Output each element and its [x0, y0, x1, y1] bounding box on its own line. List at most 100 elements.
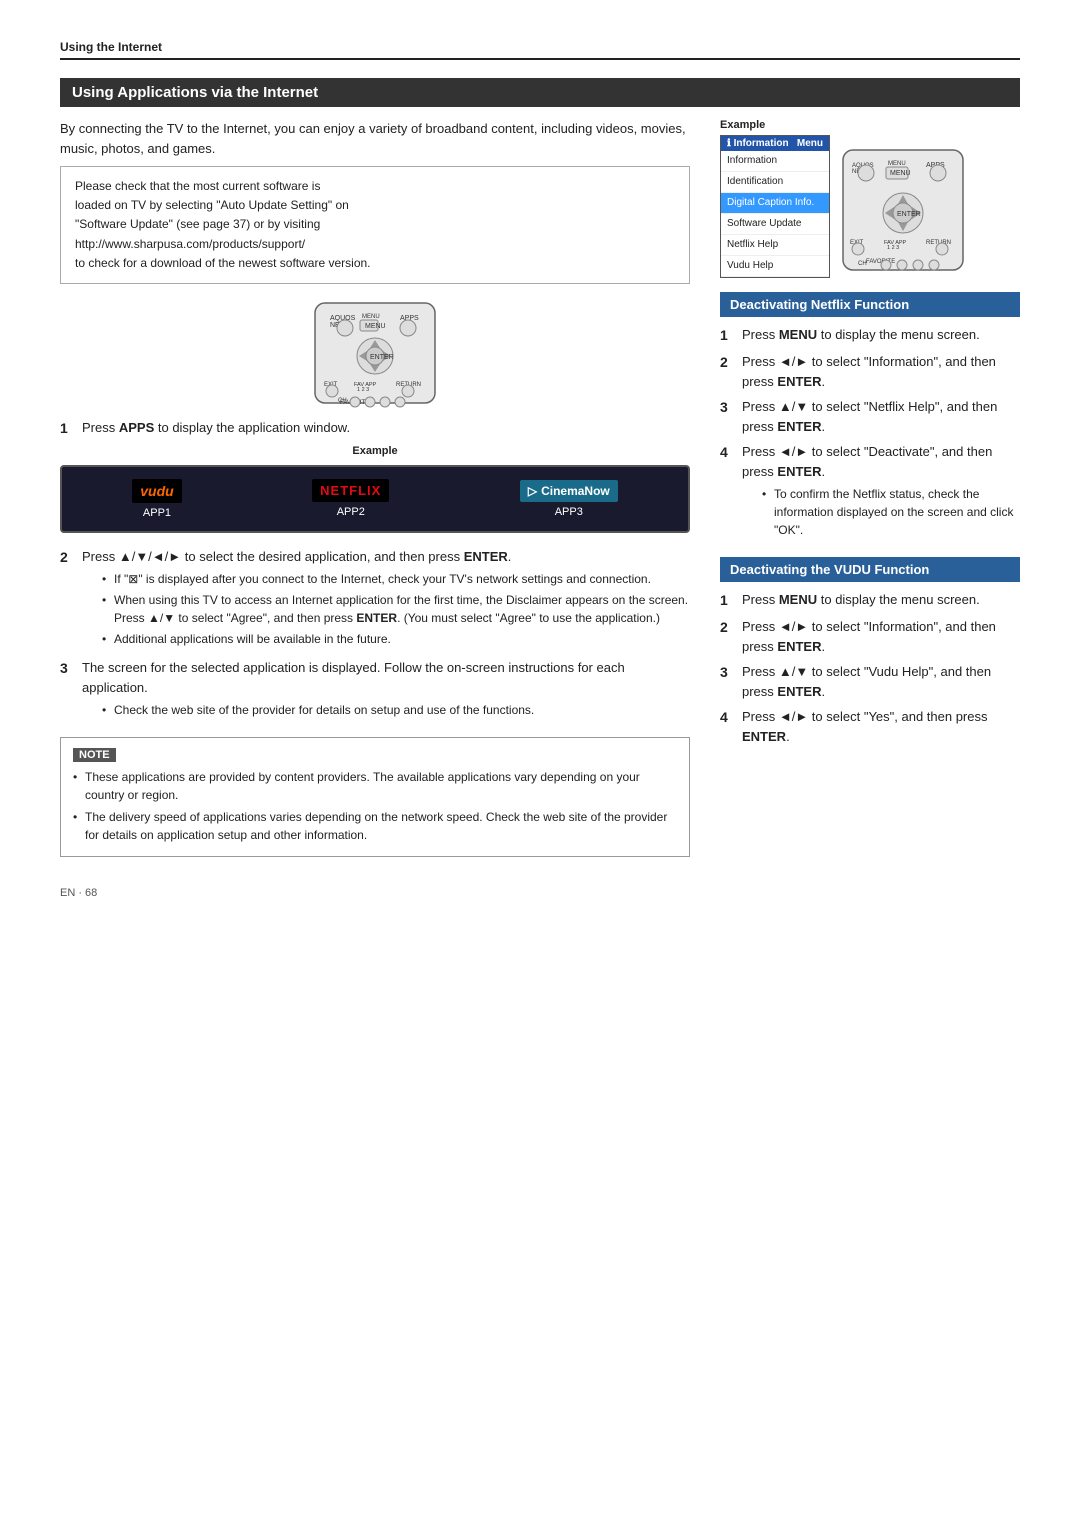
- app-icon-cinemanow: ▷CinemaNow APP3: [520, 480, 618, 518]
- step-2-bullets: If "⊠" is displayed after you connect to…: [102, 570, 690, 648]
- step-2-bullet-3: Additional applications will be availabl…: [102, 630, 690, 648]
- page-footer: EN · 68: [60, 887, 1020, 899]
- section-title: Using Applications via the Internet: [60, 78, 1020, 107]
- netflix-step-3-num: 3: [720, 397, 734, 436]
- vudu-step-1-text: Press MENU to display the menu screen.: [742, 590, 1020, 611]
- note-label: NOTE: [73, 748, 116, 762]
- step-3-text: The screen for the selected application …: [82, 658, 690, 723]
- vudu-step-4-num: 4: [720, 707, 734, 746]
- svg-text:MENU: MENU: [362, 314, 380, 320]
- netflix-step-2: 2 Press ◄/► to select "Information", and…: [720, 352, 1020, 391]
- vudu-step-2-num: 2: [720, 617, 734, 656]
- netflix-step-3: 3 Press ▲/▼ to select "Netflix Help", an…: [720, 397, 1020, 436]
- vudu-step-3: 3 Press ▲/▼ to select "Vudu Help", and t…: [720, 662, 1020, 701]
- deactivate-vudu-title: Deactivating the VUDU Function: [720, 557, 1020, 582]
- vudu-step-2: 2 Press ◄/► to select "Information", and…: [720, 617, 1020, 656]
- menu-item-vudu-help: Vudu Help: [721, 256, 829, 277]
- step-2-num: 2: [60, 547, 74, 653]
- step-3-bullets: Check the web site of the provider for d…: [102, 701, 690, 719]
- app-example-label: Example: [60, 445, 690, 457]
- svg-text:1 2 3: 1 2 3: [887, 245, 899, 251]
- vudu-step-1: 1 Press MENU to display the menu screen.: [720, 590, 1020, 611]
- vudu-step-3-num: 3: [720, 662, 734, 701]
- netflix-step-1-text: Press MENU to display the menu screen.: [742, 325, 1020, 346]
- menu-example: Example ℹ Information Menu Information I…: [720, 119, 1020, 278]
- menu-panel-header: ℹ Information Menu: [721, 136, 829, 151]
- step-1-text: Press APPS to display the application wi…: [82, 418, 690, 439]
- svg-text:CH: CH: [338, 398, 347, 404]
- step-3-num: 3: [60, 658, 74, 723]
- step-2-bullet-1: If "⊠" is displayed after you connect to…: [102, 570, 690, 588]
- netflix-step-1-num: 1: [720, 325, 734, 346]
- cinemanow-logo: ▷CinemaNow: [520, 480, 618, 502]
- header-title: Using the Internet: [60, 40, 162, 54]
- svg-text:1 2 3: 1 2 3: [357, 387, 369, 393]
- app-icon-vudu: vudu APP1: [132, 479, 181, 519]
- left-column: By connecting the TV to the Internet, yo…: [60, 119, 690, 857]
- note-item-1: These applications are provided by conte…: [73, 768, 677, 804]
- menu-panel: ℹ Information Menu Information Identific…: [720, 135, 830, 278]
- menu-header-right: Menu: [797, 138, 823, 149]
- netflix-step-3-text: Press ▲/▼ to select "Netflix Help", and …: [742, 397, 1020, 436]
- step-2-text: Press ▲/▼/◄/► to select the desired appl…: [82, 547, 690, 653]
- deactivate-netflix-title: Deactivating Netflix Function: [720, 292, 1020, 317]
- remote-svg-right: AQUOS NET MENU MENU APPS: [838, 145, 968, 275]
- netflix-steps: 1 Press MENU to display the menu screen.…: [720, 325, 1020, 543]
- step-2-bullet-2: When using this TV to access an Internet…: [102, 591, 690, 627]
- menu-item-software-update: Software Update: [721, 214, 829, 235]
- netflix-step-2-text: Press ◄/► to select "Information", and t…: [742, 352, 1020, 391]
- app3-label: APP3: [555, 506, 583, 518]
- step-3: 3 The screen for the selected applicatio…: [60, 658, 690, 723]
- svg-text:ENTER: ENTER: [370, 354, 394, 361]
- vudu-steps: 1 Press MENU to display the menu screen.…: [720, 590, 1020, 746]
- app-window: vudu APP1 NETFLIX APP2 ▷CinemaNow APP3: [60, 465, 690, 533]
- info-box-line1: Please check that the most current softw…: [75, 179, 371, 270]
- app2-label: APP2: [337, 506, 365, 518]
- vudu-step-4: 4 Press ◄/► to select "Yes", and then pr…: [720, 707, 1020, 746]
- svg-text:CH: CH: [858, 261, 867, 267]
- menu-item-netflix-help: Netflix Help: [721, 235, 829, 256]
- step-1: 1 Press APPS to display the application …: [60, 418, 690, 439]
- netflix-step-1: 1 Press MENU to display the menu screen.: [720, 325, 1020, 346]
- app-icon-netflix: NETFLIX APP2: [312, 479, 389, 518]
- vudu-step-3-text: Press ▲/▼ to select "Vudu Help", and the…: [742, 662, 1020, 701]
- info-box: Please check that the most current softw…: [60, 166, 690, 284]
- app-window-inner: vudu APP1 NETFLIX APP2 ▷CinemaNow APP3: [62, 467, 688, 531]
- menu-and-remote-layout: ℹ Information Menu Information Identific…: [720, 135, 1020, 278]
- netflix-step-2-num: 2: [720, 352, 734, 391]
- intro-text: By connecting the TV to the Internet, yo…: [60, 119, 690, 158]
- netflix-bullet: To confirm the Netflix status, check the…: [762, 485, 1020, 539]
- footer-text: EN · 68: [60, 887, 97, 899]
- note-box: NOTE These applications are provided by …: [60, 737, 690, 857]
- step-1-num: 1: [60, 418, 74, 439]
- note-item-2: The delivery speed of applications varie…: [73, 808, 677, 844]
- page: Using the Internet Using Applications vi…: [0, 0, 1080, 959]
- svg-text:MENU: MENU: [890, 170, 911, 177]
- main-content: By connecting the TV to the Internet, yo…: [60, 119, 1020, 857]
- vudu-step-2-text: Press ◄/► to select "Information", and t…: [742, 617, 1020, 656]
- right-remote-diagram: AQUOS NET MENU MENU APPS: [838, 145, 968, 278]
- svg-text:MENU: MENU: [365, 323, 386, 330]
- app1-label: APP1: [143, 507, 171, 519]
- netflix-logo: NETFLIX: [312, 479, 389, 502]
- netflix-step-4-num: 4: [720, 442, 734, 543]
- page-header: Using the Internet: [60, 40, 1020, 60]
- remote-svg-left: AQUOS NET MENU MENU APPS ENTER: [310, 298, 440, 408]
- menu-header-icon: ℹ Information: [727, 138, 789, 149]
- svg-text:ENTER: ENTER: [897, 211, 921, 218]
- menu-item-identification: Identification: [721, 172, 829, 193]
- right-column: Example ℹ Information Menu Information I…: [720, 119, 1020, 857]
- netflix-step-4-bullets: To confirm the Netflix status, check the…: [762, 485, 1020, 539]
- cinemanow-arrow: ▷: [528, 484, 537, 498]
- vudu-step-1-num: 1: [720, 590, 734, 611]
- vudu-logo: vudu: [132, 479, 181, 503]
- step-3-bullet-1: Check the web site of the provider for d…: [102, 701, 690, 719]
- svg-text:MENU: MENU: [888, 161, 906, 167]
- vudu-step-4-text: Press ◄/► to select "Yes", and then pres…: [742, 707, 1020, 746]
- menu-item-digital-caption: Digital Caption Info.: [721, 193, 829, 214]
- netflix-step-4-text: Press ◄/► to select "Deactivate", and th…: [742, 442, 1020, 543]
- left-remote-diagram: AQUOS NET MENU MENU APPS ENTER: [60, 298, 690, 408]
- step-2: 2 Press ▲/▼/◄/► to select the desired ap…: [60, 547, 690, 653]
- note-list: These applications are provided by conte…: [73, 768, 677, 844]
- menu-example-label: Example: [720, 119, 1020, 131]
